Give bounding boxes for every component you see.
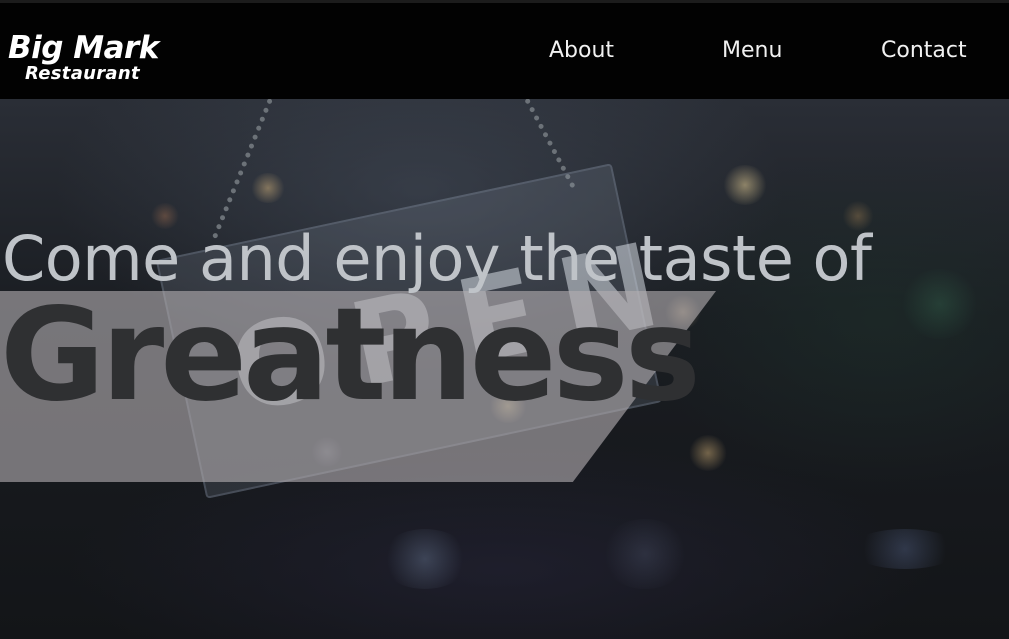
hero-section: OPEN Come and enjoy the taste of Greatne… [0,99,1009,639]
hero-headline: Greatness [0,281,701,430]
logo-title: Big Mark [8,30,159,66]
site-header: Big Mark Restaurant About Menu Contact [0,3,1009,99]
logo-subtitle: Restaurant [25,63,140,84]
nav-link-contact[interactable]: Contact [881,37,967,65]
nav-link-menu[interactable]: Menu [722,37,782,65]
nav-link-about[interactable]: About [549,37,614,65]
sign-chain-left [211,99,273,240]
site-logo[interactable]: Big Mark Restaurant [8,31,159,83]
